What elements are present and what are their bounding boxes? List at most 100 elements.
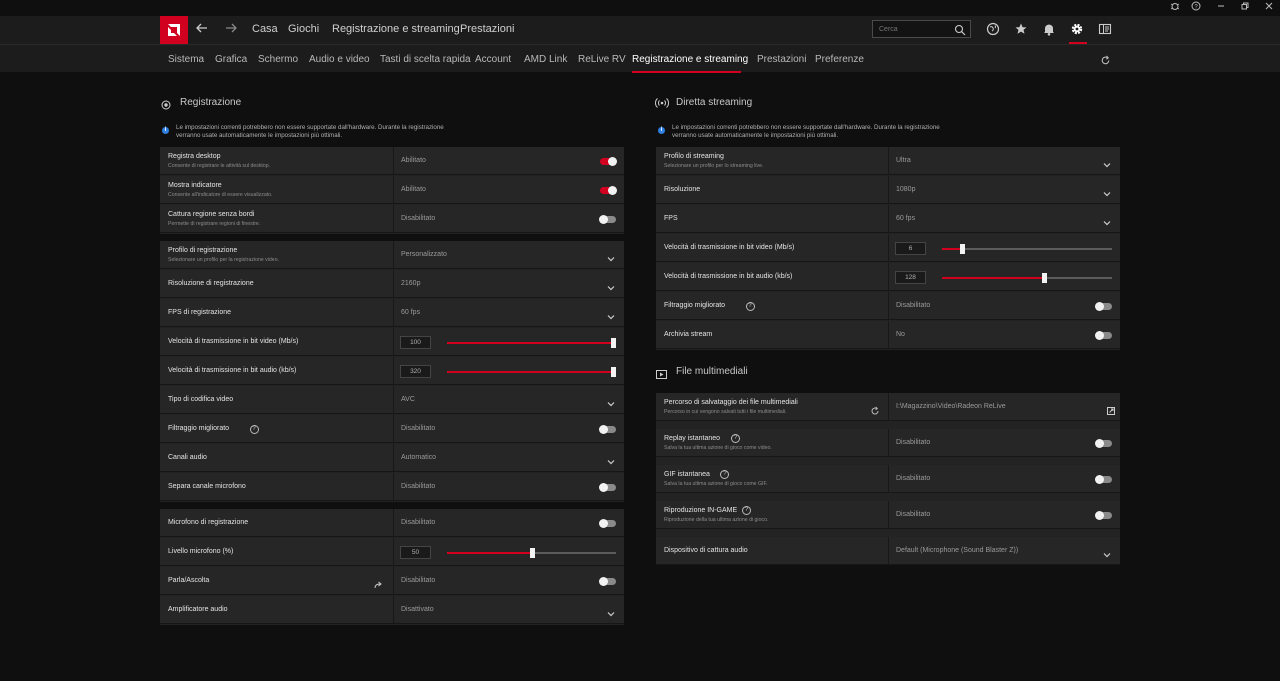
slider-fill	[942, 247, 963, 250]
toggle-switch[interactable]	[1095, 330, 1112, 340]
tab-performance[interactable]: Prestazioni	[757, 54, 806, 65]
toggle-switch[interactable]	[1095, 438, 1112, 448]
forward-arrow-icon[interactable]	[222, 21, 240, 40]
tab-amd-link[interactable]: AMD Link	[524, 54, 567, 65]
slider-thumb[interactable]	[611, 366, 616, 377]
streaming-info-text: Le impostazioni correnti potrebbero non …	[672, 124, 940, 139]
setting-label: Mostra indicatore	[168, 181, 222, 189]
toggle-switch[interactable]	[599, 518, 616, 528]
help-icon[interactable]: ?	[731, 433, 741, 443]
setting-row-registra-desktop: Consente di registrare le attività sul d…	[160, 147, 624, 175]
share-icon[interactable]	[373, 577, 383, 595]
chevron-down-icon[interactable]	[606, 280, 616, 290]
value-input[interactable]: 128	[895, 270, 926, 284]
chevron-down-icon[interactable]	[1102, 547, 1112, 557]
column-divider	[888, 429, 889, 456]
tab-account[interactable]: Account	[475, 54, 511, 65]
tab-system[interactable]: Sistema	[168, 54, 204, 65]
value-input[interactable]: 100	[400, 335, 431, 349]
tab-preferences[interactable]: Preferenze	[815, 54, 864, 65]
value-slider[interactable]	[447, 366, 616, 377]
value-slider[interactable]	[447, 547, 616, 558]
setting-row-cattura-regione-senza-bordi: Permette di registrare regioni di finest…	[160, 205, 624, 233]
reset-path-icon[interactable]	[870, 403, 880, 421]
globe-icon[interactable]	[985, 21, 1003, 39]
media-group: Percorso in cui vengono salvati tutti i …	[656, 393, 1120, 565]
column-divider	[888, 537, 889, 564]
value-slider[interactable]	[942, 243, 1112, 254]
slider-thumb[interactable]	[1042, 272, 1047, 283]
setting-row-percorso-di-salvataggio-dei-file-multimediali: Percorso in cui vengono salvati tutti i …	[656, 393, 1120, 421]
help-icon[interactable]: ?	[745, 301, 755, 311]
setting-row-profilo-di-registrazione: Selezionare un profilo per la registrazi…	[160, 241, 624, 269]
nav-games[interactable]: Giochi	[288, 23, 319, 35]
slider-thumb[interactable]	[960, 243, 966, 254]
toggle-switch[interactable]	[599, 214, 616, 224]
toggle-switch[interactable]	[599, 576, 616, 586]
toggle-switch[interactable]	[599, 482, 616, 492]
setting-label: Archivia stream	[664, 330, 713, 338]
column-divider	[888, 176, 889, 203]
chevron-down-icon[interactable]	[1102, 186, 1112, 196]
search-icon[interactable]	[954, 23, 966, 41]
tab-display[interactable]: Schermo	[258, 54, 298, 65]
tab-hotkeys[interactable]: Tasti di scelta rapida	[380, 54, 471, 65]
tab-relive-vr[interactable]: ReLive RV	[578, 54, 626, 65]
star-icon[interactable]	[1013, 21, 1031, 39]
tab-audio-video[interactable]: Audio e video	[309, 54, 370, 65]
tab-graphics[interactable]: Grafica	[215, 54, 247, 65]
bug-report-icon[interactable]	[1166, 1, 1184, 15]
column-divider	[393, 415, 394, 442]
setting-label: Filtraggio migliorato	[664, 301, 726, 309]
toggle-switch[interactable]	[599, 424, 616, 434]
toggle-switch[interactable]	[600, 156, 617, 166]
tab-recording-streaming[interactable]: Registrazione e streaming	[632, 54, 748, 65]
column-divider	[888, 147, 889, 174]
chevron-down-icon[interactable]	[606, 454, 616, 464]
value-input[interactable]: 50	[400, 545, 431, 559]
chevron-down-icon[interactable]	[1102, 215, 1112, 225]
help-icon[interactable]: ?	[742, 505, 751, 515]
value-input[interactable]: 320	[400, 364, 431, 378]
toggle-switch[interactable]	[1095, 510, 1112, 520]
chevron-down-icon[interactable]	[1102, 157, 1112, 167]
toggle-switch[interactable]	[600, 185, 617, 195]
value-slider[interactable]	[942, 272, 1112, 283]
back-arrow-icon[interactable]	[193, 21, 211, 40]
value-slider[interactable]	[447, 337, 616, 348]
search-input[interactable]	[879, 23, 955, 35]
slider-thumb[interactable]	[611, 337, 616, 348]
reset-icon[interactable]	[1100, 53, 1112, 65]
setting-label: Riproduzione IN-GAME	[664, 506, 738, 514]
help-icon[interactable]: ?	[1187, 1, 1205, 15]
close-icon[interactable]	[1260, 1, 1278, 15]
setting-label: FPS	[664, 214, 678, 222]
nav-performance[interactable]: Prestazioni	[460, 23, 514, 35]
help-icon[interactable]: ?	[720, 469, 730, 479]
restore-icon[interactable]	[1236, 1, 1254, 15]
value-input[interactable]: 6	[895, 241, 926, 255]
toggle-switch[interactable]	[1095, 474, 1112, 484]
help-icon[interactable]: ?	[249, 424, 259, 434]
search-box[interactable]	[872, 20, 971, 38]
slider-thumb[interactable]	[529, 547, 535, 558]
media-section-title: File multimediali	[676, 366, 748, 377]
chevron-down-icon[interactable]	[606, 396, 616, 406]
nav-home[interactable]: Casa	[252, 23, 278, 35]
info-icon: i	[162, 127, 169, 134]
toggle-knob	[1095, 438, 1104, 448]
toggle-switch[interactable]	[1095, 301, 1112, 311]
dashboard-icon[interactable]	[1097, 21, 1115, 39]
folder-browse-icon[interactable]	[1106, 403, 1116, 415]
gear-icon[interactable]	[1069, 21, 1087, 39]
chevron-down-icon[interactable]	[606, 251, 616, 261]
setting-label: GIF istantanea	[664, 470, 710, 478]
chevron-down-icon[interactable]	[606, 606, 616, 616]
amd-logo[interactable]	[160, 16, 188, 44]
nav-recording-streaming[interactable]: Registrazione e streaming	[332, 23, 460, 35]
column-divider	[888, 234, 889, 261]
minimize-icon[interactable]	[1212, 1, 1230, 15]
bell-icon[interactable]	[1041, 21, 1059, 39]
slider-fill	[942, 276, 1044, 279]
chevron-down-icon[interactable]	[606, 309, 616, 319]
